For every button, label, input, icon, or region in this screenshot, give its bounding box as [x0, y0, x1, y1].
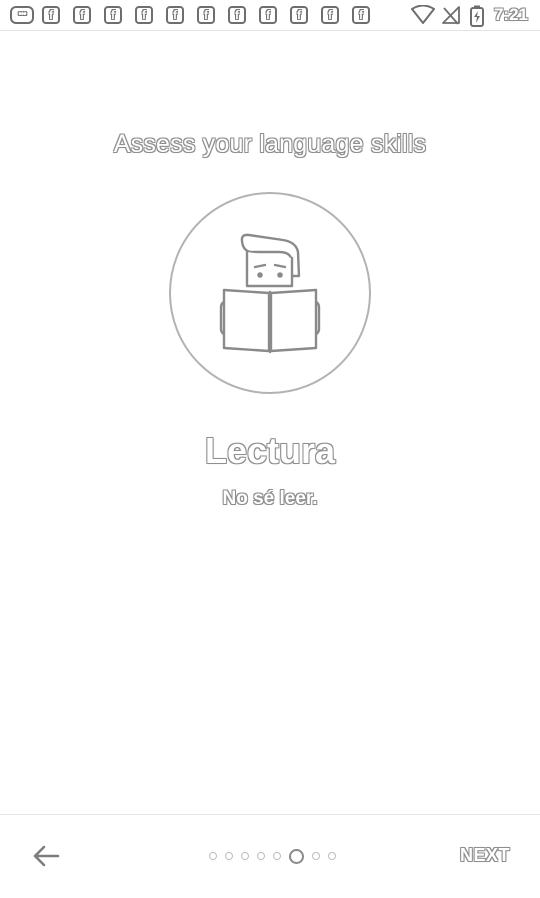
page-heading: Assess your language skills — [113, 130, 427, 158]
facebook-icon: f — [197, 6, 215, 24]
facebook-icon: f — [166, 6, 184, 24]
facebook-icon: f — [259, 6, 277, 24]
facebook-icon: f — [104, 6, 122, 24]
facebook-icon: f — [228, 6, 246, 24]
person-reading-book-icon — [219, 233, 321, 354]
arrow-left-icon — [33, 845, 60, 867]
battery-charging-icon — [470, 5, 484, 27]
status-bar: ••• fffffffffff 7:21 — [0, 0, 540, 31]
no-signal-icon — [442, 6, 460, 25]
page-dot-active — [289, 848, 304, 864]
page-dot — [209, 852, 217, 860]
page-dot — [225, 852, 233, 860]
page-indicator — [205, 848, 340, 864]
facebook-icon: f — [321, 6, 339, 24]
page-dot — [312, 852, 320, 860]
facebook-icon: f — [42, 6, 60, 24]
page-dot — [328, 852, 336, 860]
page-dot — [273, 852, 281, 860]
page-dot — [257, 852, 265, 860]
next-button[interactable]: NEXT — [460, 845, 510, 866]
skill-title: Lectura — [204, 430, 336, 471]
bottom-navigation: NEXT — [0, 814, 540, 898]
skill-illustration — [169, 192, 371, 394]
page-dot — [241, 852, 249, 860]
facebook-icon: f — [352, 6, 370, 24]
facebook-icon: f — [135, 6, 153, 24]
wifi-icon — [411, 5, 435, 24]
back-button[interactable] — [28, 841, 64, 871]
skill-subtitle: No sé leer. — [222, 488, 318, 509]
facebook-icon: f — [73, 6, 91, 24]
clock: 7:21 — [493, 5, 528, 24]
more-notifications-icon: ••• — [10, 6, 34, 24]
facebook-icon: f — [290, 6, 308, 24]
